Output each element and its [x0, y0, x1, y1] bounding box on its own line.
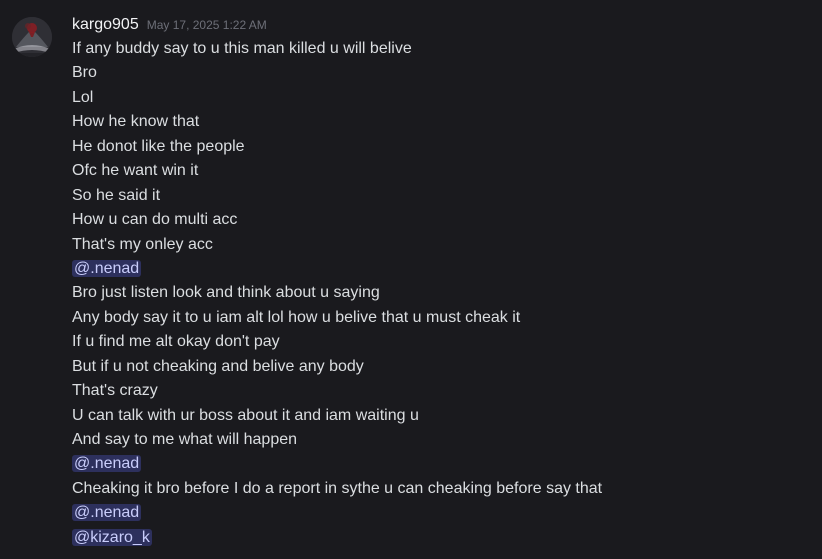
avatar[interactable] — [12, 17, 52, 57]
message-line: That's crazy — [72, 382, 158, 400]
message-line: So he said it — [72, 186, 161, 204]
message-line: Bro — [72, 64, 97, 82]
message-line: He donot like the people — [72, 137, 245, 155]
message-line: @.nenad — [72, 452, 602, 476]
message-line: How u can do multi acc — [72, 211, 238, 229]
message-line: Lol — [72, 88, 94, 106]
message-group: kargo905 May 17, 2025 1:22 AM If any bud… — [0, 0, 822, 559]
message-line: That's my onley acc — [72, 235, 213, 253]
message-line: How he know that — [72, 113, 200, 131]
message-line: @.nenad — [72, 257, 602, 281]
message-line: @.nenad — [72, 501, 602, 525]
message-line: But if u not cheaking and belive any bod… — [72, 357, 364, 375]
message-timestamp[interactable]: May 17, 2025 1:22 AM — [147, 18, 267, 32]
message-line: Ofc he want win it — [72, 162, 199, 180]
author-username[interactable]: kargo905 — [72, 16, 139, 34]
message-header: kargo905 May 17, 2025 1:22 AM — [72, 16, 267, 38]
user-mention[interactable]: @.nenad — [72, 504, 142, 522]
message-line: And say to me what will happen — [72, 431, 298, 448]
message-line: If any buddy say to u this man killed u … — [72, 40, 412, 57]
volcano-avatar-icon — [12, 17, 52, 57]
message-line: Bro just listen look and think about u s… — [72, 284, 380, 302]
message-line: @kizaro_k — [72, 526, 602, 550]
message-line: Cheaking it bro before I do a report in … — [72, 479, 603, 497]
message-list: If any buddy say to u this man killed u … — [72, 37, 602, 550]
message-line: U can talk with ur boss about it and iam… — [72, 406, 419, 424]
message-line: Any body say it to u iam alt lol how u b… — [72, 308, 521, 326]
message-line: If u find me alt okay don't pay — [72, 333, 280, 351]
user-mention[interactable]: @.nenad — [72, 455, 142, 473]
user-mention[interactable]: @.nenad — [72, 259, 142, 277]
user-mention[interactable]: @kizaro_k — [72, 528, 152, 546]
